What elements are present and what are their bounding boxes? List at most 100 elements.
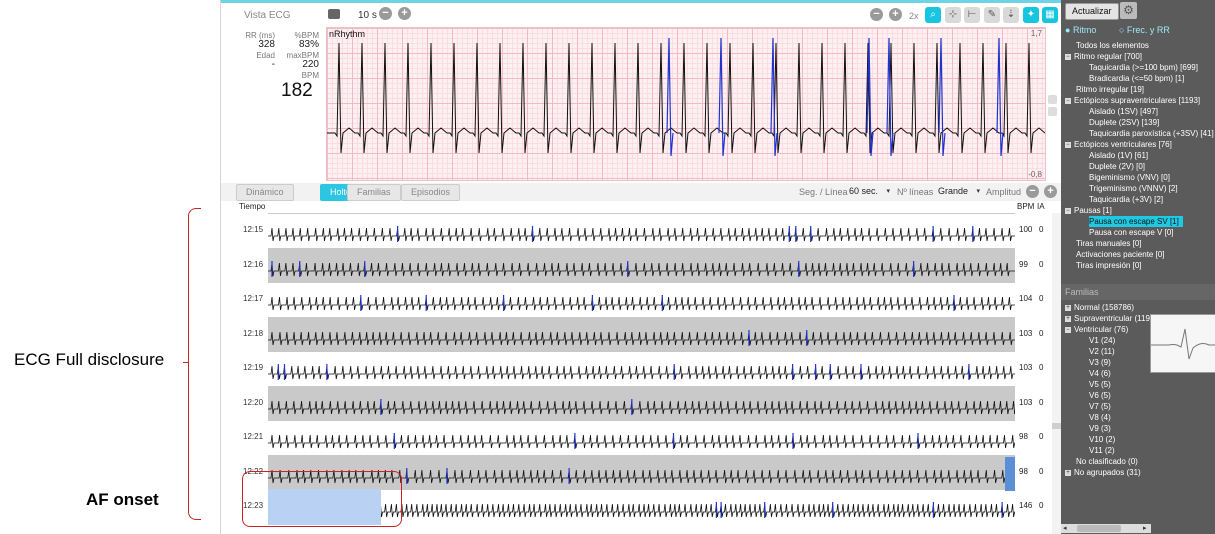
tree-item[interactable]: No clasificado (0) <box>1076 456 1138 467</box>
tree-item[interactable]: Taquicardia paroxística (+3SV) [41] <box>1089 128 1214 139</box>
collapse-icon[interactable]: − <box>1065 97 1071 104</box>
refresh-button[interactable]: Actualizar <box>1065 3 1119 20</box>
collapse-icon[interactable]: − <box>1065 207 1071 214</box>
disclosure-row[interactable]: 12:19 103 0 <box>221 351 1061 385</box>
tree-item[interactable]: Todos los elementos <box>1076 40 1149 51</box>
row-ecg-trace[interactable] <box>268 213 1015 248</box>
measure-icon[interactable]: ⊢ <box>964 7 980 23</box>
scroll-right-icon[interactable]: ▸ <box>1143 524 1147 532</box>
disclosure-row[interactable]: 12:15 100 0 <box>221 213 1061 247</box>
tab-episodios[interactable]: Episodios <box>401 184 461 201</box>
tab-familias[interactable]: Familias <box>347 184 401 201</box>
tree-item[interactable]: + No agrupados (31) <box>1065 467 1141 478</box>
tree-item[interactable]: Taquicardia (>=100 bpm) [699] <box>1089 62 1198 73</box>
magnify-icon[interactable]: ⌕ <box>925 7 941 23</box>
tree-item[interactable]: Tiras impresión [0] <box>1076 260 1142 271</box>
collapse-icon[interactable]: − <box>1065 53 1071 60</box>
tree-item[interactable]: Pausa con escape SV [1] <box>1089 216 1183 227</box>
tree-item[interactable]: V6 (5) <box>1089 390 1111 401</box>
tree-item[interactable]: Aislado (1SV) [497] <box>1089 106 1158 117</box>
disclosure-row[interactable]: 12:18 103 0 <box>221 316 1061 352</box>
families-hscroll[interactable]: ◂ ▸ <box>1061 524 1151 533</box>
tree-item[interactable]: − Ventricular (76) <box>1065 324 1128 335</box>
radio-ritmo[interactable]: ● Ritmo <box>1065 25 1106 35</box>
tree-item[interactable]: V4 (6) <box>1089 368 1111 379</box>
tree-item[interactable]: Trigeminismo (VNNV) [2] <box>1089 183 1178 194</box>
strip-scroll-down[interactable] <box>1048 107 1057 116</box>
disclosure-row[interactable]: 12:20 103 0 <box>221 385 1061 421</box>
zoom-out-seconds-button[interactable]: − <box>379 7 392 20</box>
tree-item-label: Tiras manuales [0] <box>1076 239 1142 248</box>
tree-item[interactable]: Aislado (1V) [61] <box>1089 150 1148 161</box>
tree-item[interactable]: V8 (4) <box>1089 412 1111 423</box>
amplitude-increase-button[interactable]: + <box>1044 185 1057 198</box>
tab-dinamico[interactable]: Dinámico <box>236 184 294 201</box>
disclosure-scrollbar[interactable] <box>1052 213 1061 534</box>
tree-item[interactable]: V9 (3) <box>1089 423 1111 434</box>
expand-icon[interactable]: + <box>1065 469 1071 476</box>
camera-icon[interactable] <box>328 9 340 19</box>
row-ecg-trace[interactable] <box>268 316 1015 352</box>
tree-item[interactable]: V11 (2) <box>1089 445 1115 456</box>
tree-item-label: Ritmo regular [700] <box>1074 52 1143 61</box>
tree-item[interactable]: V10 (2) <box>1089 434 1115 445</box>
tree-item[interactable]: V2 (11) <box>1089 346 1115 357</box>
scroll-left-icon[interactable]: ◂ <box>1063 524 1067 532</box>
tree-item[interactable]: V3 (9) <box>1089 357 1111 368</box>
ecg-view-toolbar: Vista ECG 10 s − + − + 2x ⌕ ⊹ ⊢ ✎ ⇣ ✦ ▦ <box>221 4 1061 26</box>
caliper-icon[interactable]: ⊹ <box>945 7 961 23</box>
tree-item[interactable]: + Supraventricular (119 <box>1065 313 1150 324</box>
row-time: 12:15 <box>243 225 264 234</box>
collapse-icon[interactable]: − <box>1065 326 1071 333</box>
zoom-in-seconds-button[interactable]: + <box>398 7 411 20</box>
tree-item[interactable]: − Pausas [1] <box>1065 205 1112 216</box>
tree-item[interactable]: Bradicardia (<=50 bpm) [1] <box>1089 73 1184 84</box>
families-hscroll-thumb[interactable] <box>1077 525 1121 532</box>
lightbulb-icon[interactable]: ✦ <box>1023 7 1039 23</box>
radio-frec-rr[interactable]: ○ Frec. y RR <box>1119 25 1180 35</box>
amplitude-plus-button[interactable]: + <box>889 8 902 21</box>
tree-item[interactable]: − Ritmo regular [700] <box>1065 51 1142 62</box>
row-trace-line <box>268 434 1015 449</box>
strip-ectopic-beat <box>996 37 1004 157</box>
disclosure-scroll-thumb[interactable] <box>1052 423 1061 429</box>
tree-item[interactable]: Ritmo irregular [19] <box>1076 84 1144 95</box>
tree-item[interactable]: Tiras manuales [0] <box>1076 238 1142 249</box>
ecg-rhythm-strip[interactable]: nRhythm 1,7 -0,8 <box>326 27 1046 181</box>
seg-per-line-select[interactable]: 60 sec. ▾ <box>847 185 892 198</box>
row-ecg-trace[interactable] <box>268 420 1015 455</box>
strip-scroll-buttons[interactable] <box>1048 95 1057 117</box>
tree-item[interactable]: Taquicardia (+3V) [2] <box>1089 194 1163 205</box>
row-ecg-trace[interactable] <box>268 247 1015 283</box>
chevron-down-icon: ▾ <box>886 188 891 195</box>
tree-item[interactable]: − Ectópicos supraventriculares [1193] <box>1065 95 1200 106</box>
row-ecg-trace[interactable] <box>268 351 1015 386</box>
tree-item-label: Bradicardia (<=50 bpm) [1] <box>1089 74 1185 83</box>
row-ecg-trace[interactable] <box>268 282 1015 317</box>
expand-icon[interactable]: + <box>1065 304 1071 311</box>
tree-item[interactable]: Pausa con escape V [0] <box>1089 227 1174 238</box>
disclosure-row[interactable]: 12:17 104 0 <box>221 282 1061 316</box>
tree-item[interactable]: Duplete (2V) [0] <box>1089 161 1145 172</box>
tree-item[interactable]: Bigeminismo (VNV) [0] <box>1089 172 1170 183</box>
tree-item[interactable]: + Normal (158786) <box>1065 302 1134 313</box>
lines-select[interactable]: Grande ▾ <box>936 185 982 198</box>
disclosure-row[interactable]: 12:16 99 0 <box>221 247 1061 283</box>
amplitude-decrease-button[interactable]: − <box>1026 185 1039 198</box>
tree-item[interactable]: V5 (5) <box>1089 379 1111 390</box>
tree-item[interactable]: V1 (24) <box>1089 335 1115 346</box>
row-ecg-trace[interactable] <box>268 385 1015 421</box>
amplitude-minus-button[interactable]: − <box>870 8 883 21</box>
strip-scroll-up[interactable] <box>1048 95 1057 104</box>
grid-icon[interactable]: ▦ <box>1042 7 1058 23</box>
ruler-icon[interactable]: ✎ <box>984 7 1000 23</box>
tree-item[interactable]: − Ectópicos ventriculares [76] <box>1065 139 1172 150</box>
tree-item[interactable]: V7 (5) <box>1089 401 1111 412</box>
tree-item[interactable]: Duplete (2SV) [139] <box>1089 117 1159 128</box>
marker-icon[interactable]: ⇣ <box>1003 7 1019 23</box>
gear-icon[interactable]: ⚙ <box>1120 2 1137 19</box>
disclosure-row[interactable]: 12:21 98 0 <box>221 420 1061 454</box>
expand-icon[interactable]: + <box>1065 315 1071 322</box>
collapse-icon[interactable]: − <box>1065 141 1071 148</box>
tree-item[interactable]: Activaciones paciente [0] <box>1076 249 1165 260</box>
